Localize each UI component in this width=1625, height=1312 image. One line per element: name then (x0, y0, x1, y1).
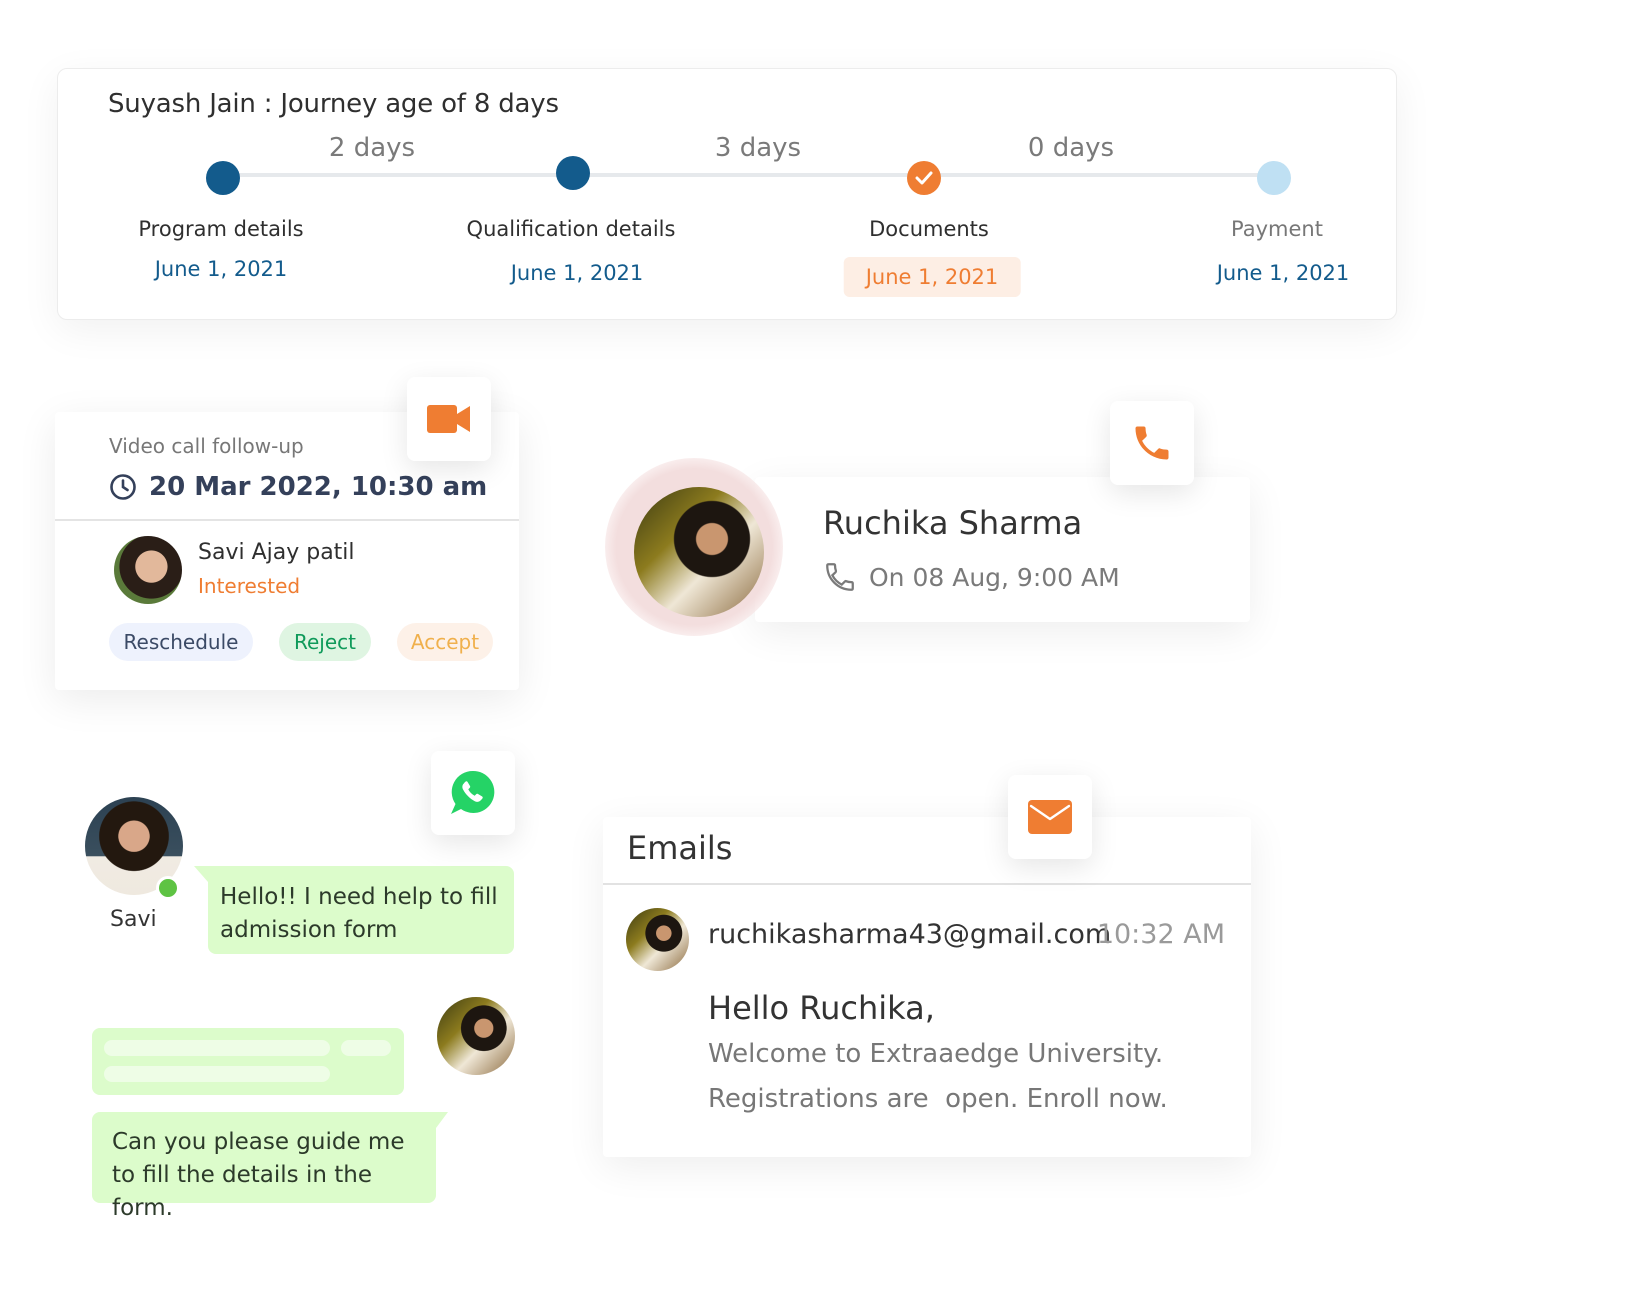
placeholder-line (104, 1066, 330, 1082)
avatar-agent (437, 997, 515, 1075)
stage-node-program-details[interactable] (206, 161, 240, 195)
placeholder-line (104, 1040, 330, 1056)
check-icon (915, 171, 933, 185)
chat-message-placeholder (92, 1028, 404, 1095)
email-body-line: Registrations are open. Enroll now. (708, 1084, 1168, 1114)
video-call-datetime: 20 Mar 2022, 10:30 am (109, 472, 487, 502)
whatsapp-button[interactable] (431, 751, 515, 835)
avatar-email-sender (626, 908, 689, 971)
journey-title: Suyash Jain : Journey age of 8 days (108, 89, 559, 119)
call-schedule: On 08 Aug, 9:00 AM (823, 560, 1120, 594)
divider (603, 883, 1251, 885)
phone-icon (1135, 426, 1169, 460)
avatar-ruchika-sharma (634, 487, 764, 617)
stage-label-payment: Payment (1231, 217, 1323, 241)
video-call-label: Video call follow-up (109, 434, 304, 458)
stage-date-program-details: June 1, 2021 (154, 257, 288, 281)
call-card (755, 477, 1250, 622)
contact-name: Savi Ajay patil (198, 540, 355, 565)
accept-button[interactable]: Accept (397, 623, 493, 661)
clock-icon (110, 474, 136, 500)
avatar-savi-ajay-patil (114, 536, 182, 604)
stage-node-qualification-details[interactable] (556, 156, 590, 190)
divider (55, 519, 519, 521)
email-body-line: Welcome to Extraaedge University. (708, 1039, 1164, 1069)
journey-track (223, 173, 1273, 177)
phone-call-button[interactable] (1110, 401, 1194, 485)
stage-date-documents: June 1, 2021 (843, 257, 1021, 297)
email-sender-address[interactable]: ruchikasharma43@gmail.com (708, 919, 1111, 950)
video-call-button[interactable] (407, 377, 491, 461)
email-greeting: Hello Ruchika, (708, 989, 935, 1027)
placeholder-line (341, 1040, 391, 1056)
mail-icon (1028, 800, 1072, 834)
chat-message-incoming: Hello!! I need help to fill admission fo… (194, 866, 514, 954)
chat-sender-name: Savi (110, 907, 157, 932)
email-button[interactable] (1008, 775, 1092, 859)
whatsapp-icon (451, 770, 495, 814)
call-schedule-text: On 08 Aug, 9:00 AM (869, 562, 1120, 592)
stage-node-documents[interactable] (907, 161, 941, 195)
stage-node-payment[interactable] (1257, 161, 1291, 195)
journey-gap-label: 3 days (714, 133, 802, 163)
journey-gap-label: 0 days (1027, 133, 1115, 163)
video-call-datetime-text: 20 Mar 2022, 10:30 am (149, 472, 488, 502)
reject-button[interactable]: Reject (279, 623, 371, 661)
stage-date-payment: June 1, 2021 (1216, 261, 1350, 285)
email-card: Emails ruchikasharma43@gmail.com 10:32 A… (603, 817, 1251, 1157)
phone-outline-icon (826, 563, 854, 591)
journey-gap-label: 2 days (328, 133, 416, 163)
stage-label-documents: Documents (869, 217, 989, 241)
call-contact-name: Ruchika Sharma (823, 504, 1083, 542)
chat-message-incoming: Can you please guide me to fill the deta… (92, 1112, 448, 1221)
email-timestamp: 10:32 AM (1096, 919, 1225, 950)
video-camera-icon (427, 405, 470, 433)
stage-date-qualification-details: June 1, 2021 (510, 261, 644, 285)
contact-status: Interested (198, 574, 301, 598)
email-section-title: Emails (627, 829, 733, 867)
online-status-dot (156, 876, 180, 900)
stage-label-program-details: Program details (138, 217, 304, 241)
journey-card: Suyash Jain : Journey age of 8 days 2 da… (57, 68, 1397, 320)
reschedule-button[interactable]: Reschedule (109, 623, 253, 661)
stage-label-qualification-details: Qualification details (466, 217, 676, 241)
page: Suyash Jain : Journey age of 8 days 2 da… (0, 0, 1625, 1312)
